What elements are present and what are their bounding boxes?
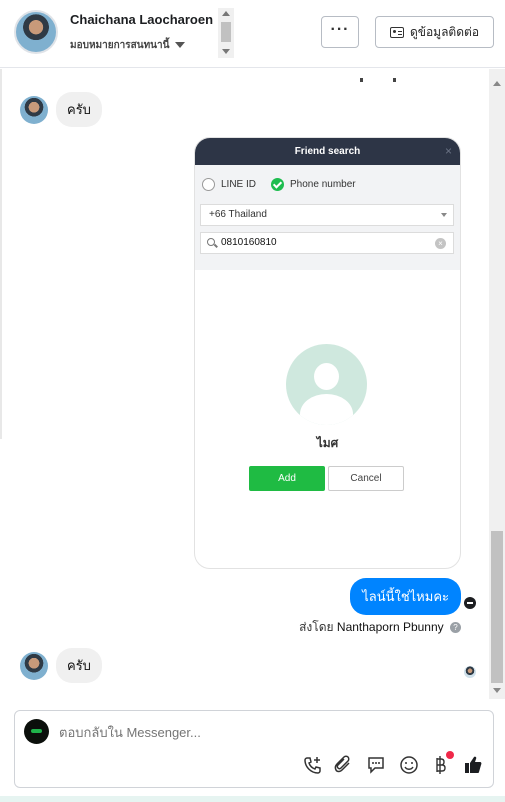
radio-line-id-label: LINE ID <box>221 179 257 190</box>
search-icon <box>207 238 215 246</box>
page-seen-icon <box>464 597 476 609</box>
scroll-thumb[interactable] <box>491 531 503 683</box>
page-avatar <box>24 719 49 744</box>
emoji-icon[interactable] <box>398 755 420 777</box>
contact-name: Chaichana Laocharoen <box>70 12 214 27</box>
thread-scrollbar[interactable] <box>489 69 505 699</box>
radio-checked-icon <box>271 178 284 191</box>
view-contact-label: ดูข้อมูลติดต่อ <box>409 24 480 39</box>
chevron-down-icon <box>441 213 447 217</box>
message-thread[interactable]: ครับ Friend search × LINE ID Phone numbe… <box>0 69 489 699</box>
more-options-button[interactable]: ··· <box>321 16 359 48</box>
message-bubble-incoming: ครับ <box>56 648 102 683</box>
scroll-up-icon[interactable] <box>222 11 230 16</box>
radio-unchecked-icon <box>202 178 215 191</box>
notification-dot <box>446 751 454 759</box>
friend-search-title-bar: Friend search × <box>195 138 460 165</box>
result-name: ไมศ <box>316 436 339 450</box>
read-receipt-avatar <box>464 666 476 678</box>
friend-search-form: LINE ID Phone number +66 Thailand 081016… <box>195 165 460 270</box>
radio-phone-number: Phone number <box>271 178 356 191</box>
clipped-text <box>360 69 460 82</box>
country-select: +66 Thailand <box>200 204 454 226</box>
scroll-thumb[interactable] <box>221 22 231 42</box>
reply-composer <box>14 710 494 788</box>
close-icon: × <box>444 144 452 158</box>
sent-by-line: ส่งโดย Nanthaporn Pbunny ? <box>299 618 461 637</box>
phone-value: 0810160810 <box>221 237 277 248</box>
scroll-up-icon[interactable] <box>493 81 501 86</box>
sent-by-prefix: ส่งโดย <box>299 620 334 634</box>
friend-search-title: Friend search <box>294 146 361 157</box>
saved-reply-icon[interactable] <box>365 755 387 777</box>
add-friend-button: Add <box>249 466 325 491</box>
country-value: +66 Thailand <box>209 209 267 220</box>
cancel-button: Cancel <box>328 466 404 491</box>
sender-avatar <box>20 96 48 124</box>
radio-line-id: LINE ID <box>202 178 256 191</box>
profile-placeholder-icon <box>286 344 367 425</box>
contact-card-icon <box>389 26 404 38</box>
message-bubble-incoming: ครับ <box>56 92 102 127</box>
contact-avatar[interactable] <box>14 10 58 54</box>
sender-avatar <box>20 652 48 680</box>
scroll-down-icon[interactable] <box>493 688 501 693</box>
sent-by-name: Nanthaporn Pbunny <box>336 620 444 634</box>
help-icon[interactable]: ? <box>450 622 461 634</box>
clear-icon: × <box>435 238 446 249</box>
view-contact-button[interactable]: ดูข้อมูลติดต่อ <box>375 16 494 48</box>
assign-conversation-dropdown[interactable]: มอบหมายการสนทนานี้ <box>70 38 186 53</box>
header-scrollbar[interactable] <box>218 8 234 58</box>
thread-edge <box>0 69 2 439</box>
conversation-header: Chaichana Laocharoen มอบหมายการสนทนานี้ … <box>0 0 505 68</box>
chevron-down-icon <box>175 42 186 49</box>
assign-label: มอบหมายการสนทนานี้ <box>70 40 170 51</box>
message-bubble-outgoing: ไลน์นี้ใช่ไหมคะ <box>350 578 461 615</box>
shared-image-friend-search[interactable]: Friend search × LINE ID Phone number +66… <box>194 137 461 569</box>
reply-input[interactable] <box>59 725 439 740</box>
radio-phone-label: Phone number <box>290 179 356 190</box>
call-add-icon[interactable] <box>302 755 324 777</box>
phone-search-field: 0810160810 × <box>200 232 454 254</box>
messenger-conversation: Chaichana Laocharoen มอบหมายการสนทนานี้ … <box>0 0 505 802</box>
attachment-icon[interactable] <box>333 755 355 777</box>
scroll-down-icon[interactable] <box>222 49 230 54</box>
like-icon[interactable] <box>462 755 484 777</box>
bottom-strip <box>0 796 505 802</box>
